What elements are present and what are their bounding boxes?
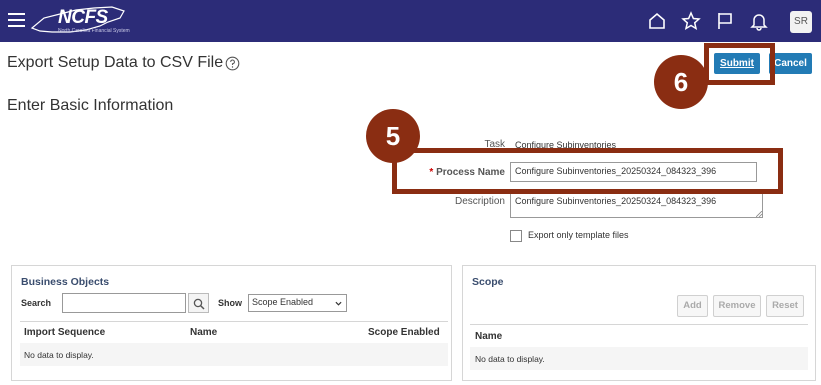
table-divider [20, 321, 448, 322]
show-select[interactable]: Scope Enabled [248, 294, 347, 312]
scope-table-divider [470, 324, 808, 325]
export-template-checkbox[interactable] [510, 230, 522, 242]
help-icon[interactable] [225, 56, 240, 71]
ncfs-logo[interactable]: NCFS North Carolina Financial System [30, 4, 130, 36]
business-objects-title: Business Objects [21, 276, 110, 288]
add-button[interactable]: Add [677, 295, 708, 317]
column-header-name[interactable]: Name [190, 327, 217, 338]
scope-title: Scope [472, 276, 504, 288]
logo-subtext: North Carolina Financial System [58, 28, 130, 34]
flag-icon[interactable] [715, 11, 735, 31]
search-label: Search [21, 298, 52, 308]
search-button[interactable] [188, 293, 209, 313]
resize-handle-icon[interactable] [756, 211, 762, 217]
home-icon[interactable] [647, 11, 667, 31]
description-textarea[interactable]: Configure Subinventories_20250324_084323… [510, 192, 763, 218]
page-title: Export Setup Data to CSV File [7, 54, 224, 71]
star-icon[interactable] [681, 11, 701, 31]
cancel-button[interactable]: Cancel [769, 53, 812, 74]
callout-five-badge: 5 [366, 109, 420, 163]
top-navigation-bar: NCFS North Carolina Financial System SR [0, 0, 821, 42]
show-select-value: Scope Enabled [252, 297, 314, 307]
description-label: Description [454, 196, 505, 207]
logo-text: NCFS [58, 7, 108, 28]
search-icon [193, 298, 205, 310]
callout-six-badge: 6 [654, 55, 708, 109]
remove-button[interactable]: Remove [713, 295, 761, 317]
section-title: Enter Basic Information [7, 97, 174, 114]
column-header-scope-enabled[interactable]: Scope Enabled [368, 327, 440, 338]
scope-empty-text: No data to display. [475, 354, 545, 364]
chevron-down-icon [335, 301, 342, 306]
business-objects-empty-text: No data to display. [24, 350, 94, 360]
reset-button[interactable]: Reset [766, 295, 804, 317]
show-label: Show [218, 298, 242, 308]
callout-six-highlight [704, 43, 775, 85]
menu-icon[interactable] [8, 13, 25, 27]
column-header-import-sequence[interactable]: Import Sequence [24, 327, 105, 338]
scope-column-header-name[interactable]: Name [475, 331, 502, 342]
callout-five-highlight [392, 148, 783, 194]
bell-icon[interactable] [749, 11, 769, 31]
export-template-label: Export only template files [528, 230, 629, 240]
user-avatar[interactable]: SR [790, 11, 812, 33]
search-input[interactable] [62, 293, 186, 313]
